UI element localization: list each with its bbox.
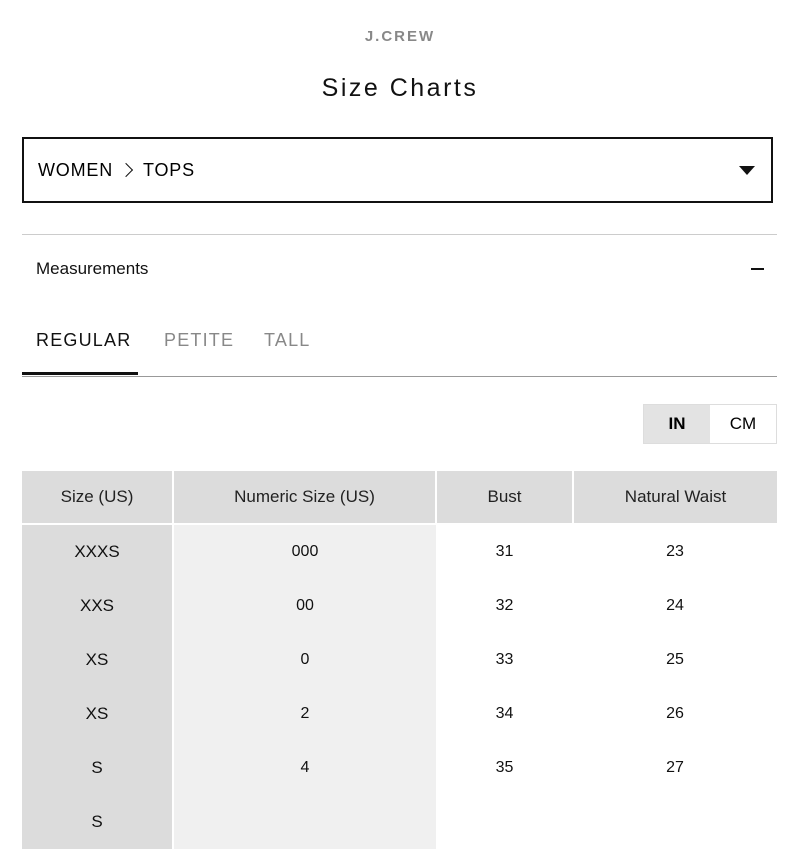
cell-waist: 26	[666, 705, 684, 722]
cell-size: S	[22, 795, 174, 849]
header-numeric-size: Numeric Size (US)	[173, 471, 437, 524]
measurements-accordion-toggle[interactable]: Measurements	[36, 256, 764, 282]
cell-size: XS	[22, 633, 174, 687]
tab-tall[interactable]: TALL	[264, 330, 311, 351]
size-chart-table: Size (US) Numeric Size (US) Bust Natural…	[22, 471, 777, 849]
header-natural-waist: Natural Waist	[573, 471, 777, 524]
cell-size: XXXS	[22, 523, 174, 579]
category-dropdown[interactable]: WOMEN TOPS	[22, 137, 773, 203]
table-row: S 4 35 27	[22, 741, 777, 795]
cell-waist	[573, 795, 777, 849]
page-title: Size Charts	[321, 74, 479, 102]
cell-bust: 32	[495, 597, 514, 614]
table-row: XS 2 34 26	[22, 687, 777, 741]
active-tab-indicator	[22, 372, 138, 375]
tab-regular[interactable]: REGULAR	[36, 330, 131, 351]
cell-waist: 23	[573, 523, 777, 579]
cell-bust: 35	[495, 759, 514, 776]
unit-cm-button[interactable]: CM	[710, 405, 776, 443]
unit-toggle: IN CM	[643, 404, 777, 444]
category-breadcrumb: WOMEN TOPS	[38, 160, 195, 181]
cell-waist: 24	[666, 597, 684, 614]
header-size-us: Size (US)	[22, 471, 174, 524]
cell-size: XXS	[22, 579, 174, 633]
cell-numeric	[173, 795, 436, 849]
brand-logo[interactable]: J.CREW	[0, 28, 800, 45]
caret-down-icon	[739, 165, 755, 175]
chevron-right-icon	[118, 162, 134, 178]
cell-waist: 27	[666, 759, 684, 776]
category-level-1: WOMEN	[38, 159, 113, 180]
fit-tabs: REGULAR PETITE TALL	[22, 322, 777, 377]
tab-petite[interactable]: PETITE	[164, 330, 234, 351]
cell-size: XS	[22, 687, 174, 741]
table-row: XXS 00 32 24	[22, 579, 777, 633]
cell-numeric: 000	[173, 523, 436, 579]
cell-numeric: 00	[173, 579, 436, 633]
header-bust: Bust	[436, 471, 574, 524]
category-level-2: TOPS	[143, 159, 195, 180]
cell-size: S	[22, 741, 174, 795]
table-header-row: Size (US) Numeric Size (US) Bust Natural…	[22, 471, 777, 524]
cell-numeric: 4	[173, 741, 436, 795]
cell-bust: 34	[495, 705, 514, 722]
accordion-label: Measurements	[36, 259, 149, 278]
table-row: XS 0 33 25	[22, 633, 777, 687]
cell-bust: 31	[436, 523, 573, 579]
table-row: XXXS 000 31 23	[22, 523, 777, 579]
section-divider	[22, 234, 777, 235]
cell-bust: 33	[495, 651, 514, 668]
cell-waist: 25	[666, 651, 684, 668]
table-row: S	[22, 795, 777, 849]
cell-numeric: 2	[173, 687, 436, 741]
minus-icon	[751, 268, 764, 270]
cell-numeric: 0	[173, 633, 436, 687]
unit-in-button[interactable]: IN	[644, 405, 710, 443]
cell-bust	[436, 795, 573, 849]
